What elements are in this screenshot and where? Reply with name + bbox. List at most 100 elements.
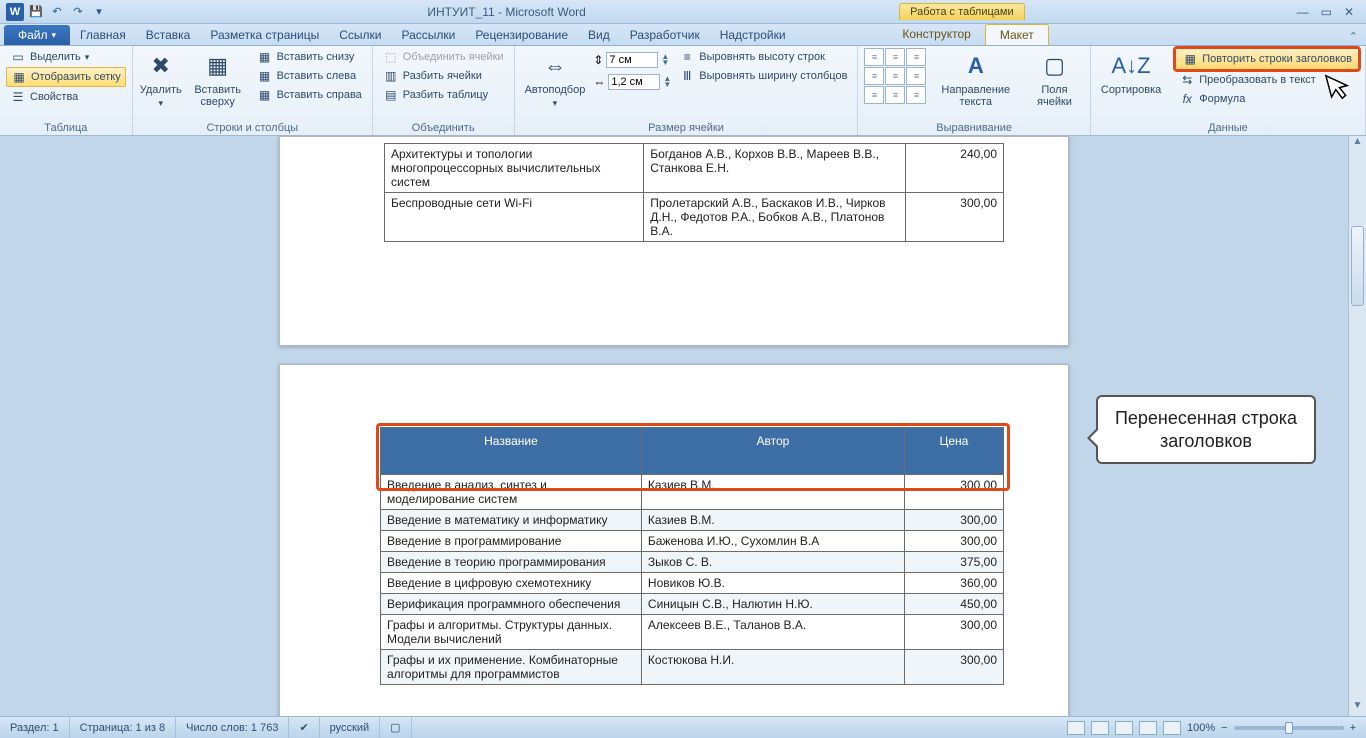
insert-below-icon: ▦: [257, 49, 273, 65]
autofit-icon: ⇔: [539, 50, 571, 82]
row-height-spinner[interactable]: ⇕ ▲▼: [593, 52, 671, 68]
sort-icon: A↓Z: [1115, 50, 1147, 82]
split-table-button[interactable]: ▤Разбить таблицу: [379, 86, 508, 104]
close-icon[interactable]: ✕: [1344, 5, 1354, 19]
group-title-data: Данные: [1097, 121, 1359, 135]
scroll-down-icon[interactable]: ▼: [1349, 700, 1366, 716]
status-bar: Раздел: 1 Страница: 1 из 8 Число слов: 1…: [0, 716, 1366, 738]
view-web[interactable]: [1115, 721, 1133, 735]
vertical-scrollbar[interactable]: ▲ ▼: [1348, 136, 1366, 716]
qat-more-icon[interactable]: ▾: [90, 3, 108, 21]
alignment-grid[interactable]: ≡≡≡ ≡≡≡ ≡≡≡: [864, 48, 926, 104]
table-row[interactable]: Введение в программированиеБаженова И.Ю.…: [381, 531, 1004, 552]
sort-button[interactable]: A↓ZСортировка: [1097, 48, 1165, 98]
table-row[interactable]: Графы и их применение. Комбинаторные алг…: [381, 650, 1004, 685]
status-words[interactable]: Число слов: 1 763: [176, 717, 289, 738]
insert-right-button[interactable]: ▦Вставить справа: [253, 86, 366, 104]
merge-icon: ⬚: [383, 49, 399, 65]
table-row[interactable]: Введение в цифровую схемотехникуНовиков …: [381, 573, 1004, 594]
distribute-rows-button[interactable]: ≡Выровнять высоту строк: [675, 48, 851, 66]
zoom-slider[interactable]: [1234, 726, 1344, 730]
status-section[interactable]: Раздел: 1: [0, 717, 70, 738]
table-row[interactable]: Графы и алгоритмы. Структуры данных. Мод…: [381, 615, 1004, 650]
table-row[interactable]: Введение в математику и информатикуКазие…: [381, 510, 1004, 531]
col-width-input[interactable]: [608, 74, 660, 90]
group-alignment: ≡≡≡ ≡≡≡ ≡≡≡ AНаправление текста ▢Поля яч…: [858, 46, 1090, 135]
table-row[interactable]: Архитектуры и топологии многопроцессорны…: [385, 144, 1004, 193]
convert-icon: ⇆: [1179, 72, 1195, 88]
view-fullscreen[interactable]: [1091, 721, 1109, 735]
col-width-spinner[interactable]: ⇔ ▲▼: [593, 74, 671, 90]
minimize-ribbon-icon[interactable]: ⌃: [1349, 30, 1366, 45]
word-icon: W: [6, 3, 24, 21]
view-outline[interactable]: [1139, 721, 1157, 735]
table-row[interactable]: Беспроводные сети Wi-FiПролетарский А.В.…: [385, 193, 1004, 242]
status-language[interactable]: русский: [320, 717, 380, 738]
redo-icon[interactable]: ↷: [69, 3, 87, 21]
insert-left-button[interactable]: ▦Вставить слева: [253, 67, 366, 85]
insert-above-button[interactable]: ▦Вставить сверху: [187, 48, 249, 110]
tab-view[interactable]: Вид: [578, 25, 620, 45]
maximize-icon[interactable]: ▭: [1321, 5, 1332, 19]
split-cells-button[interactable]: ▥Разбить ячейки: [379, 67, 508, 85]
group-cell-size: ⇔Автоподбор▾ ⇕ ▲▼ ⇔ ▲▼ ≡Выровнять высоту…: [515, 46, 859, 135]
insert-right-icon: ▦: [257, 87, 273, 103]
header-price: Цена: [904, 428, 1003, 475]
tab-table-design[interactable]: Конструктор: [888, 24, 984, 45]
tab-layout[interactable]: Разметка страницы: [200, 25, 329, 45]
cell-margins-button[interactable]: ▢Поля ячейки: [1025, 48, 1084, 110]
formula-button[interactable]: fxФормула: [1175, 90, 1359, 108]
zoom-level[interactable]: 100%: [1187, 722, 1215, 734]
cell-margins-icon: ▢: [1038, 50, 1070, 82]
tab-insert[interactable]: Вставка: [136, 25, 201, 45]
row-height-input[interactable]: [606, 52, 658, 68]
status-page[interactable]: Страница: 1 из 8: [70, 717, 177, 738]
table-page2[interactable]: Название Автор Цена Введение в анализ, с…: [380, 427, 1004, 685]
table-page1[interactable]: Архитектуры и топологии многопроцессорны…: [384, 143, 1004, 242]
properties-button[interactable]: ☰Свойства: [6, 88, 126, 106]
minimize-icon[interactable]: —: [1297, 5, 1309, 19]
scroll-thumb[interactable]: [1351, 226, 1364, 306]
show-gridlines-button[interactable]: ▦Отобразить сетку: [6, 67, 126, 87]
convert-to-text-button[interactable]: ⇆Преобразовать в текст: [1175, 71, 1359, 89]
table-row[interactable]: Верификация программного обеспеченияСини…: [381, 594, 1004, 615]
select-button[interactable]: ▭Выделить▾: [6, 48, 126, 66]
spellcheck-icon: ✔: [299, 721, 308, 734]
text-direction-button[interactable]: AНаправление текста: [930, 48, 1021, 110]
zoom-out-button[interactable]: −: [1221, 722, 1227, 734]
status-spellcheck[interactable]: ✔: [289, 717, 319, 738]
tab-home[interactable]: Главная: [70, 25, 136, 45]
table-header-row: Название Автор Цена: [381, 428, 1004, 475]
cursor-icon: ▭: [10, 49, 26, 65]
autofit-button[interactable]: ⇔Автоподбор▾: [521, 48, 590, 111]
view-print-layout[interactable]: [1067, 721, 1085, 735]
file-tab[interactable]: Файл▾: [4, 25, 70, 45]
status-macro[interactable]: ▢: [380, 717, 411, 738]
tab-developer[interactable]: Разработчик: [620, 25, 710, 45]
undo-icon[interactable]: ↶: [48, 3, 66, 21]
zoom-in-button[interactable]: +: [1350, 722, 1356, 734]
table-row[interactable]: Введение в теорию программированияЗыков …: [381, 552, 1004, 573]
document-area[interactable]: Архитектуры и топологии многопроцессорны…: [0, 136, 1348, 716]
tab-review[interactable]: Рецензирование: [465, 25, 578, 45]
tab-table-layout[interactable]: Макет: [985, 24, 1049, 45]
header-author: Автор: [641, 428, 904, 475]
distribute-cols-button[interactable]: ⅢВыровнять ширину столбцов: [675, 67, 851, 85]
table-row[interactable]: Введение в анализ, синтез и моделировани…: [381, 475, 1004, 510]
grid-icon: ▦: [11, 69, 27, 85]
ribbon: ▭Выделить▾ ▦Отобразить сетку ☰Свойства Т…: [0, 46, 1366, 136]
save-icon[interactable]: 💾: [27, 3, 45, 21]
insert-below-button[interactable]: ▦Вставить снизу: [253, 48, 366, 66]
tab-mailings[interactable]: Рассылки: [391, 25, 465, 45]
callout-annotation: Перенесенная строка заголовков: [1096, 395, 1316, 464]
tab-references[interactable]: Ссылки: [329, 25, 391, 45]
tab-addins[interactable]: Надстройки: [710, 25, 796, 45]
scroll-up-icon[interactable]: ▲: [1349, 136, 1366, 152]
view-draft[interactable]: [1163, 721, 1181, 735]
quick-access-toolbar: W 💾 ↶ ↷ ▾: [0, 3, 114, 21]
text-direction-icon: A: [960, 50, 992, 82]
repeat-header-rows-button[interactable]: ▦Повторить строки заголовков: [1175, 48, 1359, 70]
repeat-header-icon: ▦: [1182, 51, 1198, 67]
merge-cells-button[interactable]: ⬚Объединить ячейки: [379, 48, 508, 66]
delete-button[interactable]: ✖Удалить▾: [139, 48, 183, 111]
